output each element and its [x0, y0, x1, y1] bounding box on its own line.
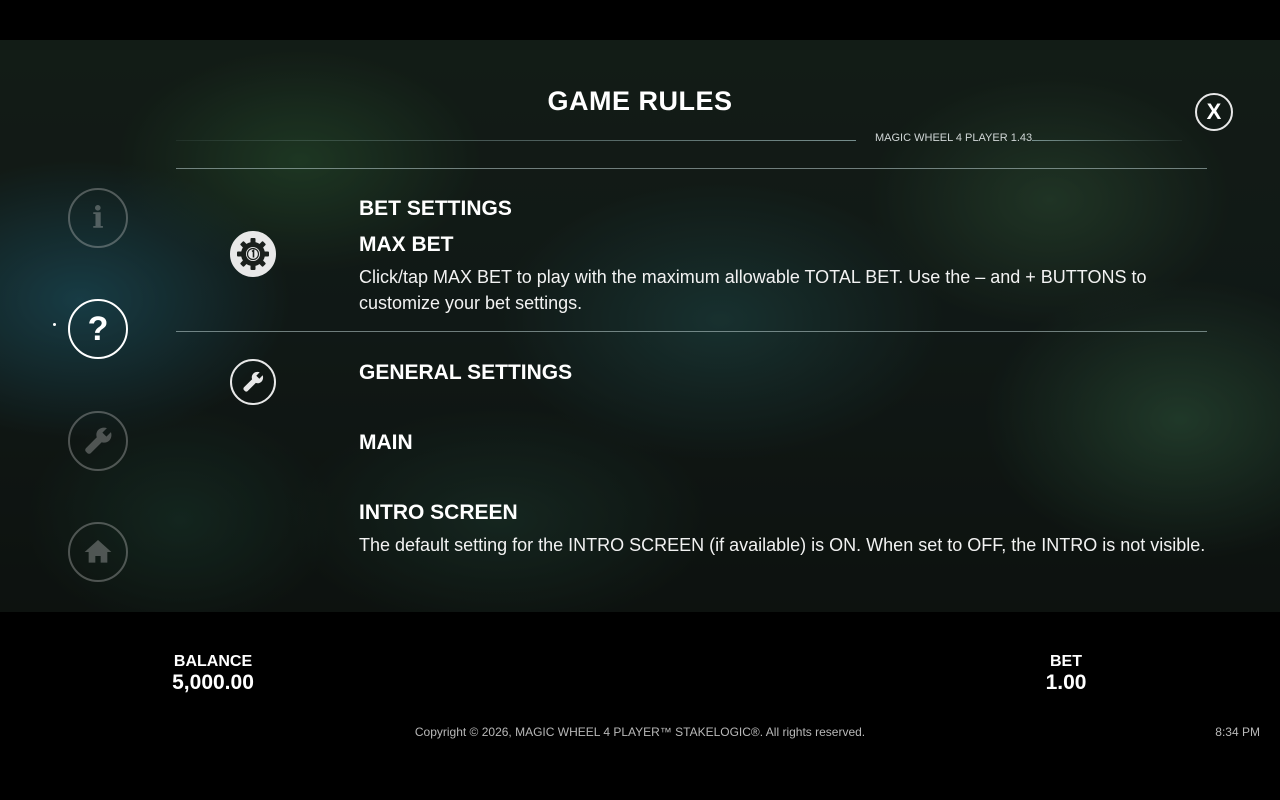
close-button[interactable]: X [1195, 93, 1233, 131]
nav-info-button[interactable]: i [68, 188, 128, 248]
intro-screen-title: INTRO SCREEN [359, 501, 518, 524]
copyright-text: Copyright © 2026, MAGIC WHEEL 4 PLAYER™ … [414, 725, 866, 739]
wrench-icon [243, 371, 264, 392]
bet-settings-section-icon [230, 231, 276, 277]
game-version: MAGIC WHEEL 4 PLAYER 1.43 [875, 132, 1033, 144]
general-settings-section-icon [230, 359, 276, 405]
general-settings-title: GENERAL SETTINGS [359, 361, 573, 384]
section-divider [176, 331, 1207, 332]
main-title: MAIN [359, 431, 413, 454]
active-nav-indicator [53, 323, 56, 326]
close-icon: X [1206, 99, 1222, 124]
info-icon: i [92, 200, 104, 236]
nav-home-button[interactable] [68, 522, 128, 582]
clock: 8:34 PM [1215, 725, 1260, 739]
nav-settings-button[interactable] [68, 411, 128, 471]
version-divider-left [176, 140, 856, 141]
page-title: GAME RULES [547, 86, 733, 116]
bet-value: 1.00 [1045, 671, 1087, 694]
home-icon [84, 540, 112, 563]
blurred-game-background [0, 40, 1280, 612]
max-bet-title: MAX BET [359, 233, 454, 256]
max-bet-description: Click/tap MAX BET to play with the maxim… [359, 267, 1147, 313]
bet-settings-title: BET SETTINGS [359, 197, 512, 220]
balance-value: 5,000.00 [172, 671, 254, 694]
question-icon: ? [87, 309, 109, 348]
bet-label: BET [1050, 653, 1082, 670]
game-rules-screen: GAME RULES X MAGIC WHEEL 4 PLAYER 1.43 i… [0, 0, 1280, 800]
content-divider-top [176, 168, 1207, 169]
nav-rules-button[interactable]: ? [68, 299, 128, 359]
version-divider-right [1032, 140, 1182, 141]
wrench-icon [85, 427, 112, 454]
gear-icon [237, 238, 269, 270]
intro-screen-description: The default setting for the INTRO SCREEN… [359, 535, 1206, 555]
balance-label: BALANCE [173, 653, 253, 670]
